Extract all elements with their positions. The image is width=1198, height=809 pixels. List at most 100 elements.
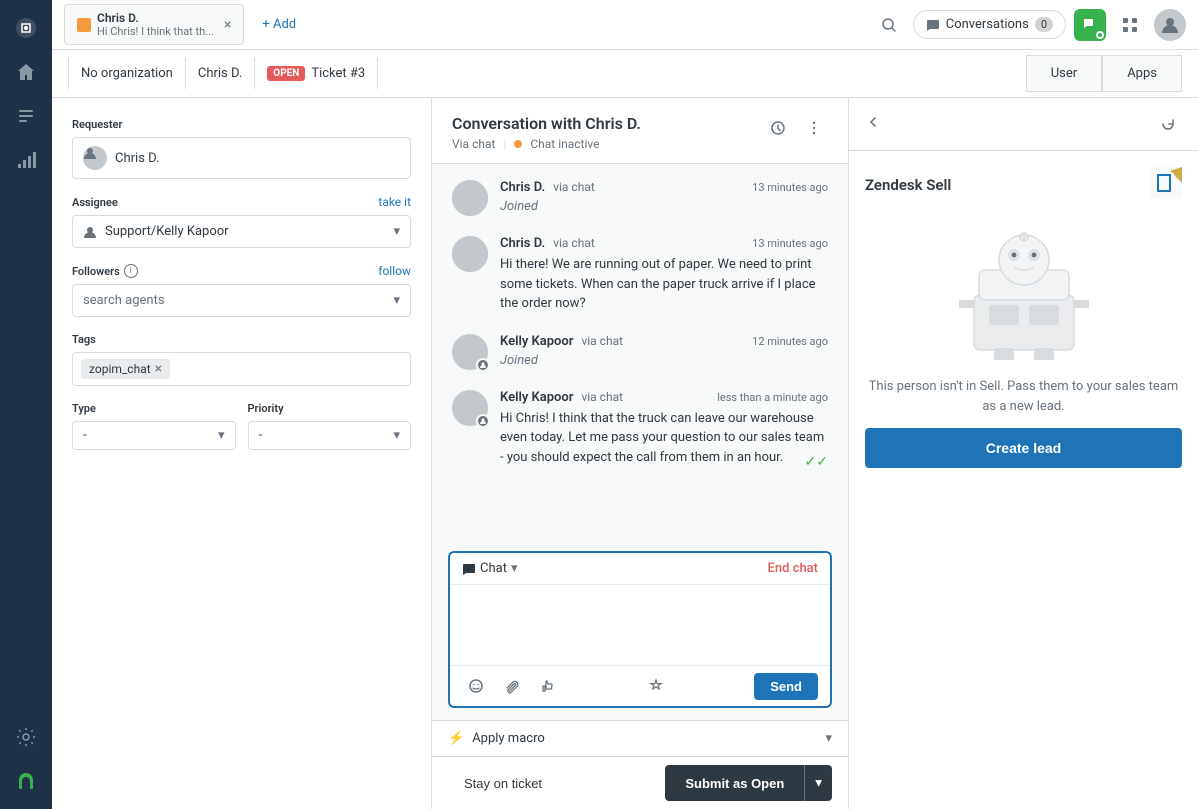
tag-remove-icon[interactable]: ×	[155, 361, 162, 377]
priority-value: -	[259, 428, 263, 443]
conversation-header: Conversation with Chris D. Via chat | Ch…	[432, 98, 848, 164]
breadcrumb-ticket[interactable]: OPEN Ticket #3	[255, 58, 378, 89]
active-tab[interactable]: Chris D. Hi Chris! I think that th... ×	[64, 4, 244, 45]
nav-home-icon[interactable]	[6, 52, 46, 92]
msg-avatar-3	[452, 334, 488, 370]
message-item: Chris D. via chat 13 minutes ago Joined	[452, 180, 828, 216]
follow-link[interactable]: follow	[378, 264, 411, 278]
nav-zendesk-icon[interactable]	[6, 761, 46, 801]
msg-text-2: Hi there! We are running out of paper. W…	[500, 255, 828, 314]
send-button[interactable]: Send	[754, 673, 818, 700]
type-label: Type	[72, 402, 236, 415]
submit-bar: Stay on ticket Submit as Open ▾	[432, 756, 848, 809]
status-button[interactable]	[1074, 9, 1106, 41]
nav-tickets-icon[interactable]	[6, 96, 46, 136]
search-agents-placeholder: search agents	[83, 293, 385, 308]
requester-input[interactable]: Chris D.	[72, 137, 411, 179]
tag-label: zopim_chat	[89, 362, 151, 376]
add-tab-button[interactable]: + Add	[252, 11, 306, 38]
nav-reports-icon[interactable]	[6, 140, 46, 180]
msg-via-1: via chat	[553, 180, 595, 194]
search-button[interactable]	[873, 9, 905, 41]
requester-label: Requester	[72, 118, 411, 131]
msg-time-1: 13 minutes ago	[752, 181, 828, 194]
followers-info-icon[interactable]: i	[124, 264, 138, 278]
nav-settings-icon[interactable]	[6, 717, 46, 757]
online-status-dot	[1096, 31, 1104, 39]
type-value: -	[83, 428, 87, 443]
grid-button[interactable]	[1114, 9, 1146, 41]
msg-avatar-4	[452, 390, 488, 426]
composer-input[interactable]	[450, 585, 830, 665]
chat-inactive-dot	[514, 140, 522, 148]
sell-illustration	[914, 215, 1134, 365]
attachment-button[interactable]	[498, 672, 526, 700]
msg-time-2: 13 minutes ago	[752, 237, 828, 250]
left-navigation	[0, 0, 52, 809]
thumbsup-button[interactable]	[534, 672, 562, 700]
tag-zopim-chat: zopim_chat ×	[81, 359, 170, 379]
followers-chevron-icon: ▾	[393, 293, 400, 308]
submit-dropdown-button[interactable]: ▾	[804, 765, 832, 801]
emoji-button[interactable]	[462, 672, 490, 700]
macro-chevron-icon[interactable]: ▾	[825, 731, 832, 746]
conversations-label: Conversations	[946, 17, 1029, 32]
user-avatar[interactable]	[1154, 9, 1186, 41]
assignee-group: Assignee take it Support/Kelly Kapoor ▾	[72, 195, 411, 248]
conversation-title: Conversation with Chris D.	[452, 114, 641, 133]
msg-via-2: via chat	[553, 236, 595, 250]
msg-text-3: Joined	[500, 353, 828, 368]
conversations-button[interactable]: Conversations 0	[913, 10, 1066, 39]
right-panel: Zendesk Sell	[848, 98, 1198, 809]
middle-panel: Conversation with Chris D. Via chat | Ch…	[432, 98, 848, 809]
refresh-button[interactable]	[1154, 110, 1182, 138]
apps-tab[interactable]: Apps	[1102, 55, 1182, 92]
type-select[interactable]: - ▾	[72, 421, 236, 450]
stay-on-ticket-button[interactable]: Stay on ticket	[448, 768, 558, 799]
breadcrumb-person[interactable]: Chris D.	[186, 58, 255, 89]
sell-title: Zendesk Sell	[865, 176, 951, 194]
tab-icon	[77, 18, 91, 32]
msg-sender-3: Kelly Kapoor	[500, 334, 573, 349]
assignee-select[interactable]: Support/Kelly Kapoor ▾	[72, 215, 411, 248]
composer-toolbar: Chat ▾ End chat	[450, 553, 830, 585]
message-item: Kelly Kapoor via chat 12 minutes ago Joi…	[452, 334, 828, 370]
nav-logo[interactable]	[6, 8, 46, 48]
type-group: Type - ▾	[72, 402, 236, 450]
tab-close-icon[interactable]: ×	[224, 17, 231, 33]
take-it-link[interactable]: take it	[378, 195, 411, 209]
priority-group: Priority - ▾	[248, 402, 412, 450]
left-panel: Requester Chris D. Assign	[52, 98, 432, 809]
right-panel-header	[849, 98, 1198, 151]
msg-text-1: Joined	[500, 199, 828, 214]
message-item: Kelly Kapoor via chat less than a minute…	[452, 390, 828, 473]
priority-label: Priority	[248, 402, 412, 415]
tab-sender: Chris D.	[97, 11, 214, 25]
agent-badge-icon-2	[476, 414, 490, 428]
priority-chevron-icon: ▾	[393, 428, 400, 443]
sell-card-header: Zendesk Sell	[865, 167, 1182, 203]
sell-description: This person isn't in Sell. Pass them to …	[865, 377, 1182, 416]
message-delivered-icon: ✓✓	[805, 452, 828, 473]
collapse-button[interactable]	[865, 114, 881, 134]
create-lead-button[interactable]: Create lead	[865, 428, 1182, 468]
followers-search[interactable]: search agents ▾	[72, 284, 411, 317]
add-tab-label: + Add	[262, 17, 296, 32]
conversation-meta: Via chat | Chat inactive	[452, 137, 641, 151]
composer-mode-selector[interactable]: Chat ▾	[462, 561, 517, 576]
end-chat-button[interactable]: End chat	[768, 561, 818, 576]
submit-as-open-button[interactable]: Submit as Open	[665, 765, 804, 801]
breadcrumb-bar: No organization Chris D. OPEN Ticket #3 …	[52, 50, 1198, 98]
top-bar: Chris D. Hi Chris! I think that th... × …	[52, 0, 1198, 50]
breadcrumb-no-org[interactable]: No organization	[68, 58, 186, 89]
priority-select[interactable]: - ▾	[248, 421, 412, 450]
msg-avatar-1	[452, 180, 488, 216]
msg-sender-2: Chris D.	[500, 236, 545, 251]
user-tab[interactable]: User	[1026, 55, 1102, 92]
conversation-history-icon[interactable]	[764, 114, 792, 142]
conversation-more-icon[interactable]	[800, 114, 828, 142]
ai-assist-button[interactable]	[642, 672, 670, 700]
composer-bottom-toolbar: Send	[450, 665, 830, 706]
tags-container[interactable]: zopim_chat ×	[72, 352, 411, 386]
msg-sender-1: Chris D.	[500, 180, 545, 195]
